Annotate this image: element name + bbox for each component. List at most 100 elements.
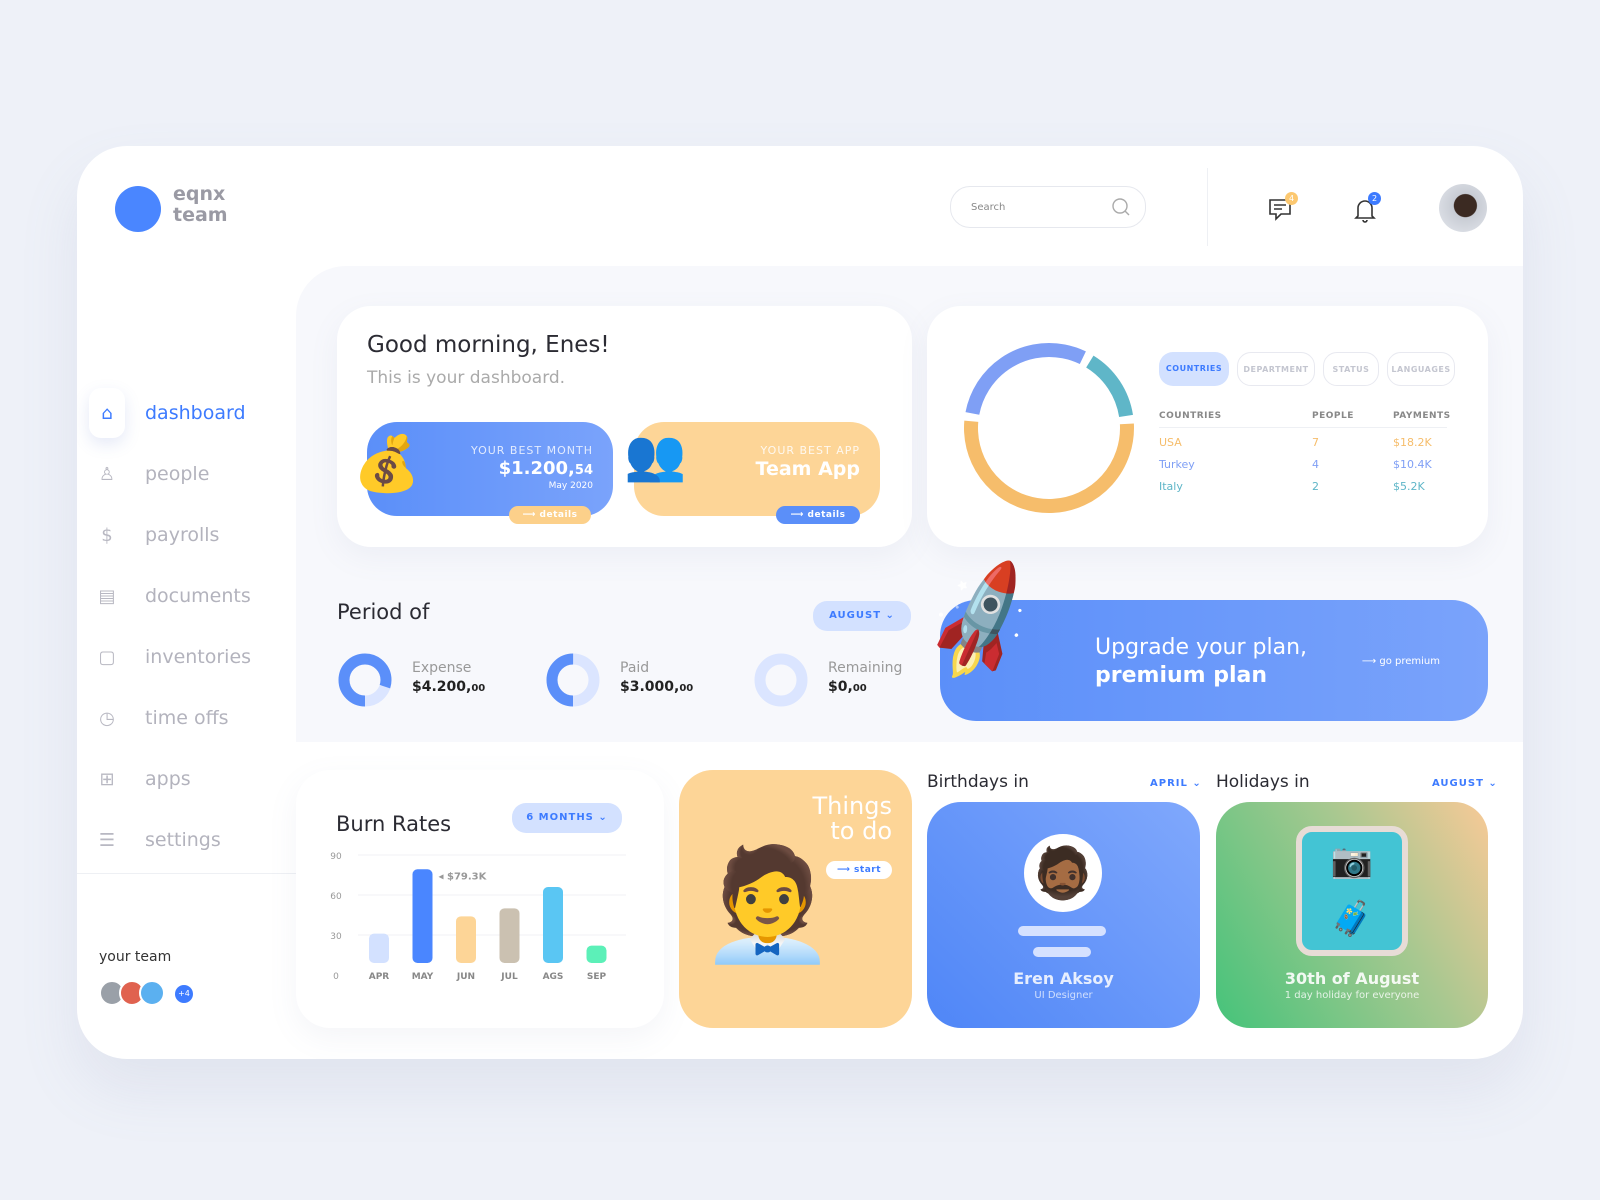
period-amount: $4.200, xyxy=(412,679,472,695)
dollar-icon: $ xyxy=(101,524,113,546)
period-section: Period of xyxy=(337,600,429,624)
businessman-illustration: 🧑‍💼 xyxy=(699,840,836,968)
upgrade-line1: Upgrade your plan, xyxy=(1095,635,1308,660)
cell-people: 2 xyxy=(1312,480,1319,493)
todo-card[interactable]: 🧑‍💼 Things to do ⟶ start xyxy=(679,770,912,1028)
clock-icon: ◷ xyxy=(99,707,115,729)
start-button[interactable]: ⟶ start xyxy=(826,861,892,879)
bar-apr[interactable] xyxy=(369,933,389,963)
sidebar-item-people[interactable]: ♙ people xyxy=(89,449,289,499)
start-label: start xyxy=(854,865,882,875)
best-app-details-button[interactable]: ⟶ details xyxy=(776,506,860,524)
grid-icon: ⊞ xyxy=(99,768,115,790)
sidebar-item-documents[interactable]: ▤ documents xyxy=(89,571,289,621)
cell-payment: $5.2K xyxy=(1393,480,1425,493)
table-row[interactable]: Turkey 4 $10.4K xyxy=(927,458,1467,478)
burn-rates-chart: 0 30 60 90 APR MAY ◂ $79.3K JUN JUL AGS SEP xyxy=(330,852,626,982)
holidays-month: AUGUST xyxy=(1432,778,1484,789)
bar-may[interactable] xyxy=(412,869,433,963)
birthday-card[interactable]: 🧔🏾 Eren Aksoy UI Designer xyxy=(927,802,1200,1028)
bar-ags[interactable] xyxy=(543,887,563,963)
holidays-month-dropdown[interactable]: AUGUST ⌄ xyxy=(1432,778,1498,789)
messages-button[interactable]: 4 xyxy=(1267,192,1298,226)
logo-icon xyxy=(115,186,161,232)
best-month-value: $1.200, xyxy=(498,458,575,479)
cell-people: 4 xyxy=(1312,458,1319,471)
x-tick-label: APR xyxy=(369,972,390,982)
details-label: details xyxy=(539,510,578,520)
notifications-badge: 2 xyxy=(1368,192,1381,205)
brand-line1: eqnx xyxy=(173,183,226,205)
money-bags-illustration: 💰 xyxy=(353,432,421,495)
column-header: COUNTRIES xyxy=(1159,411,1222,421)
box-icon: ▢ xyxy=(98,646,116,668)
best-month-date: May 2020 xyxy=(548,481,593,491)
tab-countries[interactable]: COUNTRIES xyxy=(1159,352,1229,386)
best-app-value: Team App xyxy=(755,458,860,480)
sidebar-item-dashboard[interactable]: ⌂ dashboard xyxy=(89,388,289,438)
user-avatar[interactable] xyxy=(1439,184,1487,232)
go-premium-button[interactable]: ⟶ go premium xyxy=(1362,656,1440,667)
sidebar-item-apps[interactable]: ⊞ apps xyxy=(89,754,289,804)
sidebar-item-settings[interactable]: ☰ settings xyxy=(89,815,289,865)
search-icon[interactable] xyxy=(1111,197,1131,217)
burn-rates-title: Burn Rates xyxy=(336,812,452,836)
upgrade-banner[interactable]: 🚀 Upgrade your plan, premium plan ⟶ go pr… xyxy=(911,554,1488,721)
tab-languages[interactable]: LANGUAGES xyxy=(1387,352,1455,386)
burn-range-dropdown[interactable]: 6 MONTHS ⌄ xyxy=(512,803,622,833)
cell-country: Italy xyxy=(1159,480,1183,493)
table-row[interactable]: USA 7 $18.2K xyxy=(927,436,1467,456)
placeholder-bar xyxy=(1018,926,1106,936)
sidebar-item-label: payrolls xyxy=(145,524,220,546)
holiday-note: 1 day holiday for everyone xyxy=(1284,990,1420,1001)
y-tick-label: 0 xyxy=(333,972,339,982)
sidebar-item-label: apps xyxy=(145,768,191,790)
period-cents: 00 xyxy=(852,683,867,694)
burn-range: 6 MONTHS xyxy=(526,812,594,823)
holidays-title: Holidays in xyxy=(1216,772,1310,792)
holiday-card[interactable]: 📷 🧳 30th of August 1 day holiday for ever… xyxy=(1216,802,1488,1028)
greeting-subtitle: This is your dashboard. xyxy=(367,368,566,388)
birthday-role: UI Designer xyxy=(1034,990,1093,1001)
period-label: Expense xyxy=(412,660,472,676)
app-window: eqnx team Search 4 2 your team +4 Good mo… xyxy=(77,146,1523,1059)
upgrade-line2: premium plan xyxy=(1095,663,1268,688)
period-month-dropdown[interactable]: AUGUST ⌄ xyxy=(813,601,911,631)
birthdays-month-dropdown[interactable]: APRIL ⌄ xyxy=(1150,778,1202,789)
sidebar-item-time-offs[interactable]: ◷ time offs xyxy=(89,693,289,743)
header-divider xyxy=(1207,168,1208,246)
person-icon: ♙ xyxy=(98,463,116,485)
todo-line2: to do xyxy=(830,817,892,845)
tab-status[interactable]: STATUS xyxy=(1323,352,1379,386)
search-input[interactable]: Search xyxy=(950,186,1146,228)
best-month-details-button[interactable]: ⟶ details xyxy=(509,506,591,524)
donut-track xyxy=(754,653,808,707)
x-tick-label: MAY xyxy=(412,972,434,982)
bar-jun[interactable] xyxy=(456,916,476,963)
column-header: PAYMENTS xyxy=(1393,411,1451,421)
y-tick-label: 90 xyxy=(330,852,342,862)
birthdays-month: APRIL xyxy=(1150,778,1188,789)
greeting-card: Good morning, Enes! This is your dashboa… xyxy=(337,306,912,547)
sliders-icon: ☰ xyxy=(98,829,116,851)
period-donut-remaining xyxy=(754,653,808,707)
go-premium-label: go premium xyxy=(1379,656,1440,667)
sidebar-item-payrolls[interactable]: $ payrolls xyxy=(89,510,289,560)
table-row[interactable]: Italy 2 $5.2K xyxy=(927,480,1467,500)
x-tick-label: SEP xyxy=(587,972,607,982)
tab-department[interactable]: DEPARTMENT xyxy=(1237,352,1315,386)
travel-illustration: 📷 🧳 xyxy=(1296,826,1408,956)
sidebar-item-inventories[interactable]: ▢ inventories xyxy=(89,632,289,682)
sidebar-item-label: documents xyxy=(145,585,251,607)
placeholder-bar xyxy=(1033,947,1091,957)
team-avatar[interactable] xyxy=(139,980,165,1006)
y-tick-label: 30 xyxy=(330,932,342,942)
y-tick-label: 60 xyxy=(330,892,342,902)
period-label: Paid xyxy=(620,660,650,676)
birthdays-title: Birthdays in xyxy=(927,772,1029,792)
best-month-card: 💰 YOUR BEST MONTH $1.200,54 May 2020 ⟶ d… xyxy=(353,422,613,524)
notifications-button[interactable]: 2 xyxy=(1352,192,1382,226)
bar-sep[interactable] xyxy=(586,945,607,963)
bar-jul[interactable] xyxy=(499,908,520,963)
team-more-button[interactable]: +4 xyxy=(175,985,193,1003)
